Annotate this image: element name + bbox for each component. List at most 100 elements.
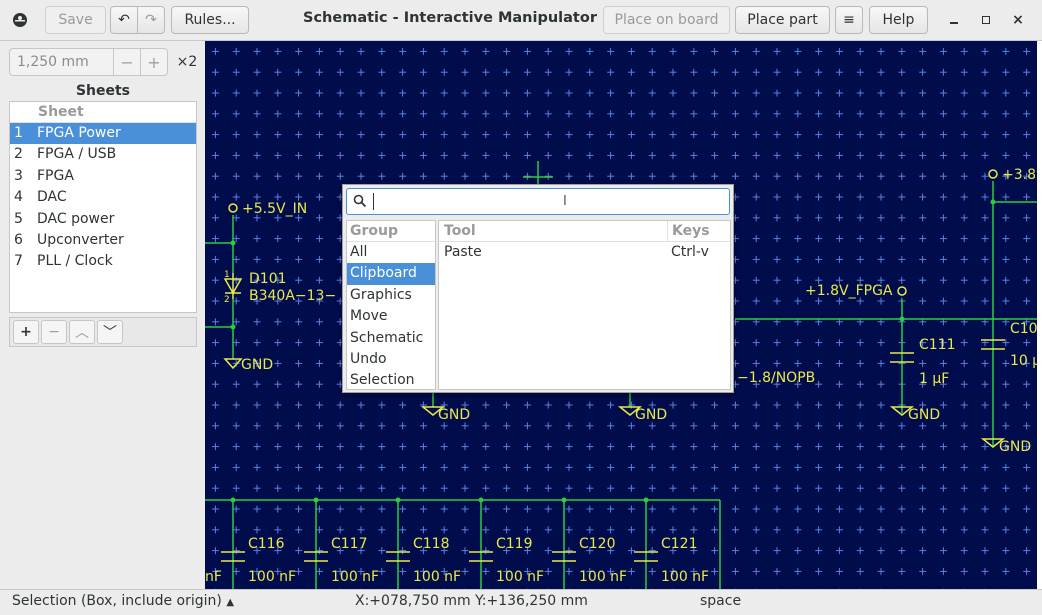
grid-increase-button[interactable]: + [140, 48, 168, 76]
hamburger-menu-button[interactable]: ≡ [835, 6, 863, 34]
cursor-coordinates: X:+078,750 mm Y:+136,250 mm [355, 593, 588, 609]
sheet-row[interactable]: 6 Upconverter [10, 230, 196, 251]
minimize-button[interactable] [942, 8, 966, 32]
grid-decrease-button[interactable]: − [113, 48, 141, 76]
d101-pin1: 1 [224, 270, 230, 280]
left-panel: 1,250 mm − + ×2 Sheets Sheet 1 FPGA Power… [0, 41, 205, 589]
add-sheet-button[interactable]: + [13, 320, 39, 344]
c10-ref: C10 [1010, 321, 1037, 337]
gnd-label: GND [241, 357, 273, 373]
gnd-label: GND [999, 439, 1031, 455]
minus-icon: − [48, 324, 60, 340]
text-cursor-icon: I [563, 194, 567, 209]
sheet-row[interactable]: 5 DAC power [10, 209, 196, 230]
column-divider [667, 221, 668, 241]
cap-ref: C121 [661, 536, 698, 552]
group-item[interactable]: Schematic [347, 328, 435, 349]
remove-sheet-button[interactable]: − [41, 320, 67, 344]
net-label-1v8: +1.8V_FPGA [805, 283, 893, 299]
header-bar: Save ↶ ↷ Rules... Schematic - Interactiv… [0, 0, 1042, 41]
grid-spacing-input[interactable]: 1,250 mm [9, 48, 113, 76]
d101-value: B340A−13− [249, 288, 336, 304]
sheet-list: Sheet 1 FPGA Power 2 FPGA / USB 3 FPGA 4 DAC… [9, 101, 197, 313]
close-button[interactable]: × [1006, 8, 1030, 32]
chevron-down-icon: ﹀ [103, 325, 117, 341]
sheet-row[interactable]: 1 FPGA Power [10, 123, 196, 145]
cap-value: 100 nF [248, 569, 296, 585]
c111-value: 1 μF [919, 371, 949, 387]
sheet-toolbar: + − ︿ ﹀ [9, 317, 197, 347]
search-icon [353, 194, 367, 212]
part-value-nopb: −1.8/NOPB [737, 370, 815, 386]
redo-button[interactable]: ↷ [137, 6, 165, 34]
tool-row[interactable]: Paste Ctrl-v [439, 242, 730, 263]
group-item[interactable]: Undo [347, 349, 435, 370]
place-on-board-button[interactable]: Place on board [603, 6, 730, 34]
grid-multiplier-button[interactable]: ×2 [174, 48, 200, 76]
sheet-row[interactable]: 2 FPGA / USB [10, 144, 196, 165]
move-sheet-up-button[interactable]: ︿ [69, 320, 95, 344]
gnd-label: GND [438, 407, 470, 423]
close-icon: × [1012, 12, 1024, 28]
help-button[interactable]: Help [869, 6, 928, 34]
minus-icon: − [120, 52, 134, 72]
cap-value: 100 nF [496, 569, 544, 585]
tool-list: Tool Keys Paste Ctrl-v [438, 220, 731, 390]
sheets-title: Sheets [75, 83, 131, 99]
maximize-button[interactable] [974, 8, 998, 32]
cap-value: 100 nF [661, 569, 709, 585]
minimize-icon [950, 22, 958, 24]
d101-ref: D101 [249, 271, 287, 287]
tool-search-popup: I Group All Clipboard Graphics Move Sche… [342, 184, 734, 393]
cap-ref: C118 [413, 536, 450, 552]
hamburger-icon: ≡ [843, 12, 855, 28]
sheet-row[interactable]: 3 FPGA [10, 166, 196, 187]
keys-column-header[interactable]: Keys [672, 221, 710, 241]
group-item[interactable]: Graphics [347, 285, 435, 306]
cap-value-partial: nF [205, 569, 222, 585]
cap-ref: C117 [331, 536, 368, 552]
group-item[interactable]: Clipboard [347, 263, 435, 285]
rules-button[interactable]: Rules... [171, 6, 249, 34]
c10-value: 10 μ [1010, 353, 1037, 369]
maximize-icon [982, 16, 990, 24]
undo-icon: ↶ [118, 12, 130, 28]
sheet-row[interactable]: 7 PLL / Clock [10, 251, 196, 272]
redo-icon: ↷ [145, 12, 157, 28]
group-list: Group All Clipboard Graphics Move Schema… [346, 220, 436, 390]
plus-icon: + [147, 52, 161, 72]
triangle-up-icon: ▲ [226, 597, 235, 608]
selection-mode-button[interactable]: Selection (Box, include origin) ▲ [12, 593, 234, 609]
group-column-header[interactable]: Group [347, 221, 435, 242]
chevron-up-icon: ︿ [75, 325, 89, 341]
net-label-3v8: +3.8 [1002, 167, 1036, 183]
c111-ref: C111 [919, 337, 956, 353]
sheet-column-header[interactable]: Sheet [10, 102, 196, 123]
group-item[interactable]: Move [347, 306, 435, 327]
save-button[interactable]: Save [45, 6, 106, 34]
d101-pin2: 2 [224, 295, 230, 305]
key-sequence: space [700, 593, 742, 609]
tool-column-header[interactable]: Tool [444, 221, 476, 241]
net-label-5v5: +5.5V_IN [242, 201, 307, 217]
place-part-button[interactable]: Place part [735, 6, 830, 34]
search-input[interactable] [373, 193, 374, 210]
gnd-label: GND [635, 407, 667, 423]
cap-value: 100 nF [413, 569, 461, 585]
right-edge-strip [1037, 41, 1042, 589]
group-item[interactable]: Selection [347, 370, 435, 391]
group-item[interactable]: All [347, 242, 435, 263]
undo-button[interactable]: ↶ [110, 6, 138, 34]
move-sheet-down-button[interactable]: ﹀ [97, 320, 123, 344]
cap-value: 100 nF [331, 569, 379, 585]
app-menu-icon[interactable] [8, 8, 32, 32]
tool-search-field[interactable]: I [346, 188, 730, 215]
cap-ref: C116 [248, 536, 285, 552]
sheet-row[interactable]: 4 DAC [10, 187, 196, 208]
plus-icon: + [20, 324, 32, 340]
cap-ref: C119 [496, 536, 533, 552]
gnd-label: GND [908, 407, 940, 423]
cap-value: 100 nF [579, 569, 627, 585]
tool-keys: Ctrl-v [671, 244, 709, 260]
window-title: Schematic - Interactive Manipulator [303, 10, 597, 26]
